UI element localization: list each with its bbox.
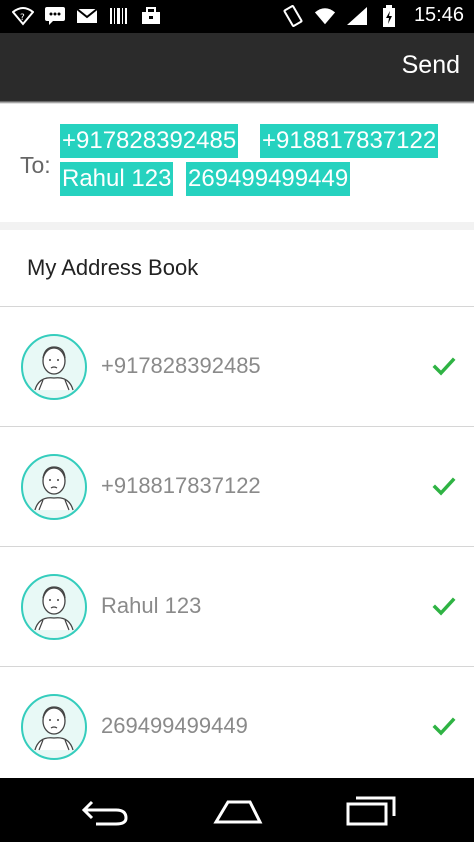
navigation-bar [0, 778, 474, 842]
contact-row[interactable]: +918817837122 [0, 427, 474, 547]
recipient-chip[interactable]: +918817837122 [260, 124, 439, 158]
wifi-icon [314, 6, 336, 26]
address-book-header: My Address Book [0, 230, 474, 307]
recipients-field[interactable]: To: +917828392485 +918817837122 Rahul 12… [0, 104, 474, 223]
checkmark-icon[interactable] [432, 594, 456, 618]
wifi-question-icon: ? [12, 6, 34, 26]
contact-label: +918817837122 [101, 473, 261, 498]
briefcase-icon [140, 6, 162, 26]
home-icon[interactable] [208, 792, 268, 828]
clock: 15:46 [413, 4, 464, 26]
rotate-icon [282, 4, 304, 27]
battery-icon [378, 4, 400, 27]
contact-label: 269499499449 [101, 713, 248, 738]
recipient-chip[interactable]: Rahul 123 [60, 162, 174, 196]
address-book-title: My Address Book [27, 255, 199, 280]
contact-label: Rahul 123 [101, 593, 202, 618]
avatar [21, 334, 87, 400]
section-divider [0, 222, 474, 230]
action-bar: Send [0, 33, 474, 100]
recipient-chip[interactable]: +917828392485 [60, 124, 239, 158]
contact-row[interactable]: 269499499449 [0, 667, 474, 787]
contact-row[interactable]: +917828392485 [0, 307, 474, 427]
status-bar: ? 15:46 [0, 0, 474, 33]
svg-text:?: ? [20, 13, 25, 23]
recent-apps-icon[interactable] [340, 792, 400, 828]
avatar [21, 574, 87, 640]
to-label: To: [20, 152, 51, 178]
signal-icon [346, 6, 368, 26]
contact-row[interactable]: Rahul 123 [0, 547, 474, 667]
back-icon[interactable] [76, 792, 136, 828]
contact-label: +917828392485 [101, 353, 261, 378]
chat-icon [44, 6, 66, 26]
notification-icons: ? [12, 6, 162, 26]
checkmark-icon[interactable] [432, 354, 456, 378]
recipient-chip[interactable]: 269499499449 [186, 162, 351, 196]
checkmark-icon[interactable] [432, 474, 456, 498]
send-button[interactable]: Send [402, 51, 460, 80]
checkmark-icon[interactable] [432, 714, 456, 738]
mail-icon [76, 6, 98, 26]
avatar [21, 694, 87, 760]
barcode-icon [108, 6, 130, 26]
avatar [21, 454, 87, 520]
system-icons: 15:46 [282, 4, 464, 27]
